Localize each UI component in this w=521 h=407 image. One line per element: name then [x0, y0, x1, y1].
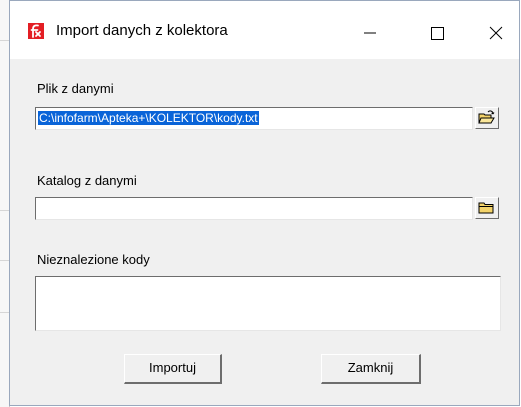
file-label: Plik z danymi — [37, 81, 114, 96]
directory-input[interactable] — [35, 197, 473, 220]
import-button[interactable]: Importuj — [124, 354, 222, 384]
window-title: Import danych z kolektora — [56, 22, 228, 39]
folder-icon — [478, 202, 494, 214]
not-found-label: Nieznalezione kody — [37, 252, 150, 267]
close-icon — [489, 26, 503, 40]
browse-directory-button[interactable] — [475, 197, 499, 219]
file-path-input[interactable]: C:\infofarm\Apteka+\KOLEKTOR\kody.txt — [35, 107, 473, 130]
close-window-button[interactable] — [469, 1, 521, 59]
minimize-button[interactable] — [344, 1, 396, 59]
directory-label: Katalog z danymi — [37, 173, 137, 188]
app-logo-icon — [28, 23, 44, 39]
maximize-button[interactable] — [411, 1, 463, 59]
not-found-codes-textarea[interactable] — [35, 276, 501, 331]
title-bar[interactable]: Import danych z kolektora — [10, 1, 519, 59]
minimize-icon — [364, 32, 376, 34]
open-folder-icon — [478, 110, 495, 124]
close-button[interactable]: Zamknij — [321, 354, 421, 384]
import-dialog: Import danych z kolektora Plik z danymi … — [9, 0, 520, 406]
file-path-value: C:\infofarm\Apteka+\KOLEKTOR\kody.txt — [38, 111, 259, 125]
maximize-icon — [431, 27, 444, 40]
browse-file-button[interactable] — [475, 107, 499, 129]
